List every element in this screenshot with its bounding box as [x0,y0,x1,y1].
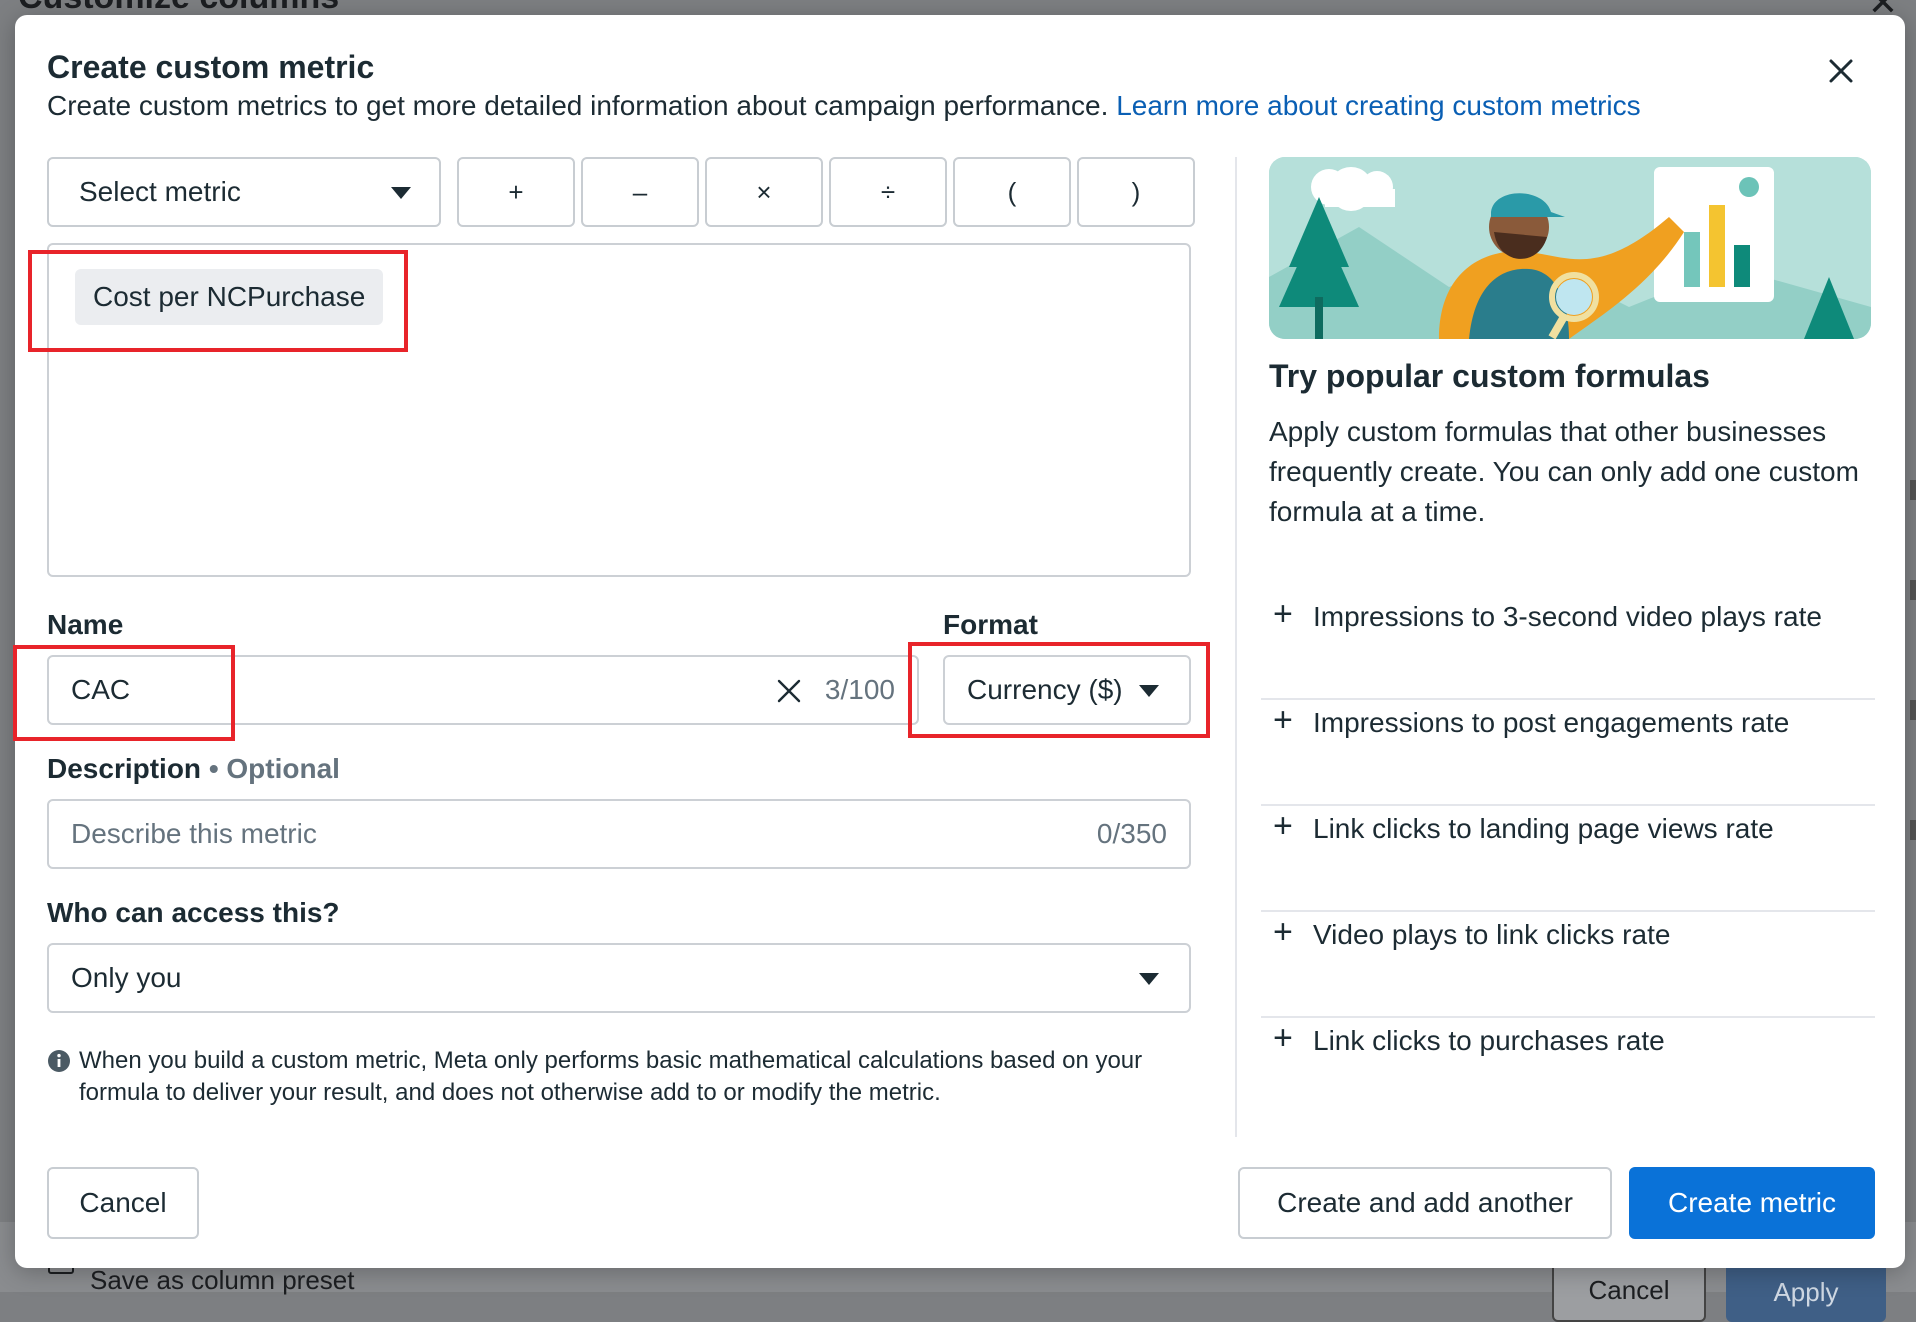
optional-separator: • [208,753,227,784]
cancel-button[interactable]: Cancel [47,1167,199,1239]
popular-formulas-title: Try popular custom formulas [1269,358,1710,394]
popular-formula-label: Link clicks to landing page views rate [1313,813,1774,844]
description-label: Description • Optional [47,753,340,785]
learn-more-link[interactable]: Learn more about creating custom metrics [1116,90,1640,121]
description-placeholder: Describe this metric [71,818,317,849]
popular-formula-item[interactable]: + Impressions to post engagements rate [1261,701,1875,806]
format-value: Currency ($) [967,674,1123,705]
description-input[interactable]: Describe this metric 0/350 [47,799,1191,869]
format-label: Format [943,609,1038,640]
popular-formula-label: Impressions to post engagements rate [1313,707,1790,738]
popular-formula-label: Impressions to 3-second video plays rate [1313,601,1822,632]
dialog-title: Create custom metric [47,49,375,85]
popular-formula-label: Video plays to link clicks rate [1313,919,1671,950]
operator-open-paren-button[interactable]: ( [953,157,1071,227]
formula-metric-chip[interactable]: Cost per NCPurchase [75,269,384,325]
background-row-edge [1910,820,1916,840]
dialog-subtitle: Create custom metrics to get more detail… [47,90,1641,122]
name-label: Name [47,609,124,640]
caret-down-icon [1139,685,1159,697]
close-icon [1829,59,1853,83]
info-note: When you build a custom metric, Meta onl… [47,1045,1177,1109]
dialog-subtitle-text: Create custom metrics to get more detail… [47,90,1109,121]
name-input-value: CAC [71,674,131,705]
popular-formula-item[interactable]: + Link clicks to landing page views rate [1261,807,1875,912]
popular-formulas-description: Apply custom formulas that other busines… [1269,416,1859,527]
plus-icon: + [1273,913,1293,951]
create-metric-button[interactable]: Create metric [1629,1167,1875,1239]
background-apply-button: Apply [1726,1262,1886,1322]
plus-icon: + [1273,701,1293,739]
plus-icon: + [1273,807,1293,845]
plus-icon: + [1273,1019,1293,1057]
illustration-image [1269,157,1871,339]
panel-divider [1235,157,1237,1137]
background-row-edge [1910,700,1916,720]
close-dialog-button[interactable] [1819,49,1863,93]
info-icon [48,1050,70,1072]
background-row-edge [1910,480,1916,500]
popular-formula-item[interactable]: + Impressions to 3-second video plays ra… [1261,595,1875,700]
clear-icon[interactable] [777,679,801,703]
caret-down-icon [391,187,411,199]
access-label: Who can access this? [47,897,340,928]
operator-multiply-button[interactable]: × [705,157,823,227]
popular-formula-item[interactable]: + Link clicks to purchases rate [1261,1019,1875,1124]
operator-plus-button[interactable]: + [457,157,575,227]
create-and-add-another-button[interactable]: Create and add another [1238,1167,1612,1239]
custom-formulas-illustration [1269,157,1871,339]
operator-divide-button[interactable]: ÷ [829,157,947,227]
plus-icon: + [1273,595,1293,633]
optional-tag: Optional [226,753,340,784]
access-dropdown[interactable]: Only you [47,943,1191,1013]
info-text: When you build a custom metric, Meta onl… [79,1047,1143,1106]
create-custom-metric-dialog: Create custom metric Create custom metri… [13,15,1905,1268]
popular-formula-item[interactable]: + Video plays to link clicks rate [1261,913,1875,1018]
operator-minus-button[interactable]: – [581,157,699,227]
background-row-edge [1910,580,1916,600]
operator-close-paren-button[interactable]: ) [1077,157,1195,227]
description-label-text: Description [47,753,202,784]
description-char-counter: 0/350 [1096,818,1167,849]
popular-formula-label: Link clicks to purchases rate [1313,1025,1665,1056]
select-metric-dropdown[interactable]: Select metric [47,157,441,227]
name-input[interactable]: CAC 3/100 [47,655,919,725]
access-value: Only you [71,962,182,993]
caret-down-icon [1139,973,1159,985]
name-char-counter: 3/100 [824,674,895,705]
save-preset-label: Save as column preset [90,1265,355,1295]
format-dropdown[interactable]: Currency ($) [943,655,1191,725]
select-metric-label: Select metric [79,176,241,207]
formula-editor[interactable]: Cost per NCPurchase [47,243,1191,577]
